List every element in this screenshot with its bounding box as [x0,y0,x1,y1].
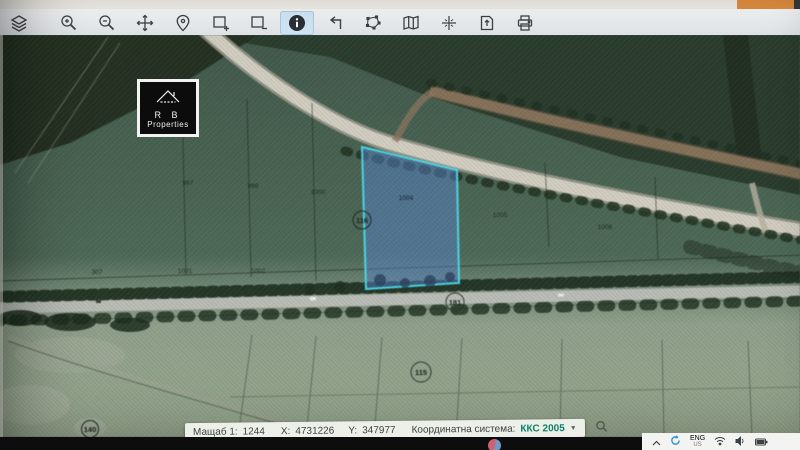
screen-edge [0,35,3,437]
svg-text:307: 307 [92,269,103,276]
print-button[interactable] [508,11,542,35]
tree-clump [110,318,150,332]
crs-dropdown-caret[interactable]: ▼ [570,424,577,431]
chevron-up-icon [652,434,661,449]
vehicle [310,297,316,300]
location-pin-icon [173,13,193,33]
layers-icon [9,13,29,33]
orange-accent-tab [737,0,794,9]
windows-taskbar: ENG US [642,433,800,450]
battery-icon [755,434,768,449]
selected-parcel[interactable] [362,147,459,289]
crs-label: Координатна система: [412,423,516,435]
taskbar-app-icon[interactable] [488,439,501,450]
scale-value: 1244 [243,426,265,437]
zoom-out-icon [97,13,117,33]
svg-text:140: 140 [84,425,97,434]
rect-minus-icon [249,13,269,33]
photo-corner [794,0,800,9]
language-region: US [690,442,705,449]
svg-text:1006: 1006 [598,224,613,231]
export-page-icon [477,13,497,33]
logo-subtitle: Properties [147,120,188,129]
map-icon [401,13,421,33]
sync-icon [670,434,681,449]
tree-clump [0,310,42,326]
house-icon [155,88,181,109]
y-label: Y: [348,425,357,436]
vehicle [558,294,564,297]
map-toolbar [0,9,800,37]
search-icon [595,420,608,436]
vehicle [96,300,101,303]
tree [334,281,346,293]
pan-button[interactable] [128,11,162,35]
wifi-tray-button[interactable] [714,434,726,449]
battery-tray-button[interactable] [755,434,768,449]
scale-label: Мащаб 1: [193,426,238,437]
y-coordinate: 347977 [362,424,395,435]
tree [305,285,315,295]
snap-button[interactable] [432,11,466,35]
crs-value[interactable]: ККС 2005 [520,423,564,434]
aerial-imagery: 1004 116 181 115 140 997 999 1000 307 10… [0,35,800,437]
zoom-in-button[interactable] [52,11,86,35]
printer-icon [515,13,535,33]
search-button[interactable] [595,420,608,436]
svg-text:181: 181 [449,298,462,307]
rb-properties-logo: R B Properties [137,79,199,137]
locate-button[interactable] [166,11,200,35]
monitor-top-strip [0,0,800,9]
polygon-icon [363,13,383,33]
crosshair-icon [439,13,459,33]
speaker-icon [735,434,746,449]
select-polygon-button[interactable] [356,11,390,35]
svg-text:1000: 1000 [311,189,326,196]
corner-arrow-icon [325,13,345,33]
pan-icon [135,13,155,33]
svg-text:1001: 1001 [178,268,193,275]
sync-tray-button[interactable] [670,434,681,449]
parcel-number-selected: 1004 [399,195,414,202]
zoom-out-button[interactable] [90,11,124,35]
svg-text:116: 116 [356,216,368,225]
layers-button[interactable] [2,11,36,35]
previous-extent-button[interactable] [318,11,352,35]
svg-text:1002: 1002 [251,268,266,275]
identify-button[interactable] [280,11,314,35]
export-button[interactable] [470,11,504,35]
zoom-window-button[interactable] [204,11,238,35]
volume-tray-button[interactable] [735,434,746,449]
language-code: ENG [690,435,705,442]
map-canvas[interactable]: 1004 116 181 115 140 997 999 1000 307 10… [0,35,800,437]
screen: 1004 116 181 115 140 997 999 1000 307 10… [0,0,800,450]
svg-text:1005: 1005 [493,212,508,219]
zoom-in-icon [59,13,79,33]
rect-plus-icon [211,13,231,33]
svg-text:999: 999 [248,183,259,190]
language-indicator[interactable]: ENG US [690,435,705,449]
info-icon [287,13,307,33]
x-label: X: [281,425,291,436]
tree-clump [44,313,96,331]
tray-expand-button[interactable] [652,434,661,449]
zoom-out-window-button[interactable] [242,11,276,35]
wifi-icon [714,434,726,449]
logo-title: R B [154,110,181,120]
x-coordinate: 4731226 [295,425,334,436]
svg-text:997: 997 [183,180,194,187]
svg-text:115: 115 [415,368,427,377]
overview-map-button[interactable] [394,11,428,35]
